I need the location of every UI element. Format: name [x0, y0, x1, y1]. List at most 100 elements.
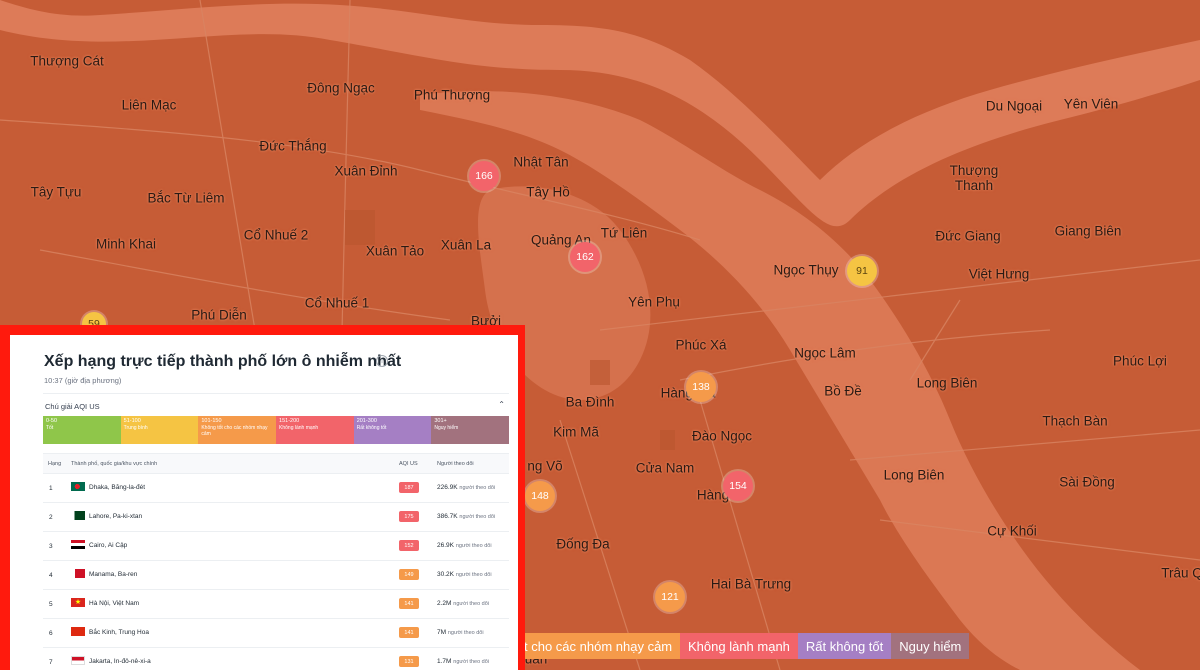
- place-co-nhue-2: Cổ Nhuế 2: [243, 227, 309, 243]
- flag-cn-icon: [71, 627, 85, 636]
- flag-bd-icon: [71, 482, 85, 491]
- place-du-ngoai: Du Ngoại: [985, 98, 1043, 114]
- row-followers-suffix: người theo dõi: [459, 485, 496, 491]
- aqi-marker-value: 91: [856, 265, 868, 277]
- place-ba-dinh: Ba Đình: [565, 394, 615, 410]
- table-row[interactable]: 5 ★ Hà Nội, Việt Nam 141 2.2M người theo dõi: [43, 590, 509, 619]
- place-phu-thuong: Phú Thượng: [413, 87, 491, 103]
- aqi-legend-segment: 301+ Nguy hiểm: [431, 416, 510, 444]
- row-aqi-badge: 187: [399, 482, 419, 493]
- place-duc-giang: Đức Giang: [935, 228, 1001, 244]
- aqi-legend-segment: 151-200 Không lành mạnh: [276, 416, 354, 444]
- row-followers: 386.7K người theo dõi: [437, 513, 495, 520]
- row-city[interactable]: Hà Nội, Việt Nam: [89, 600, 139, 607]
- col-aqi: AQI US: [399, 461, 418, 467]
- aqi-legend-range: 101-150: [201, 418, 222, 424]
- row-followers-count: 226.9K: [437, 484, 458, 491]
- table-row[interactable]: 6 Bắc Kinh, Trung Hoa 141 7M người theo dõi: [43, 619, 509, 648]
- place-bo-de: Bồ Đề: [824, 383, 862, 399]
- row-followers-suffix: người theo dõi: [453, 659, 489, 665]
- table-row[interactable]: 3 Cairo, Ai Cập 152 26.9K người theo dõi: [43, 532, 509, 561]
- map-aqi-legend: t cho các nhóm nhạy cảm Không lành mạnh …: [516, 633, 970, 659]
- row-followers-count: 386.7K: [437, 513, 458, 520]
- map-legend-very-unhealthy[interactable]: Rất không tốt: [797, 633, 892, 659]
- panel-title: Xếp hạng trực tiếp thành phố lớn ô nhiễm…: [44, 353, 402, 370]
- aqi-legend-range: 301+: [434, 418, 447, 424]
- table-row[interactable]: 2 Lahore, Pa-ki-xtan 175 386.7K người theo …: [43, 503, 509, 532]
- ranking-table: Hạng Thành phố, quốc gia/khu vực chính A…: [43, 453, 509, 670]
- aqi-marker-138[interactable]: 138: [686, 372, 716, 402]
- row-aqi-badge: 149: [399, 569, 419, 580]
- place-duc-thang: Đức Thắng: [259, 138, 327, 154]
- place-lien-mac: Liên Mạc: [121, 97, 177, 113]
- place-phuc-xa: Phúc Xá: [675, 337, 727, 353]
- place-sai-dong: Sài Đồng: [1059, 474, 1115, 490]
- place-trau-quy: Trâu Q: [1161, 565, 1200, 581]
- aqi-legend-segment: 0-50 Tốt: [43, 416, 121, 444]
- map-legend-hazardous[interactable]: Nguy hiểm: [891, 633, 970, 659]
- table-row[interactable]: 1 Dhaka, Băng-la-đét 187 226.9K người theo …: [43, 474, 509, 503]
- flag-vn-icon: ★: [71, 598, 85, 607]
- table-row[interactable]: 7 Jakarta, In-đô-nê-xi-a 131 1.7M người the…: [43, 648, 509, 670]
- aqi-marker-91[interactable]: 91: [847, 256, 877, 286]
- row-aqi-badge: 141: [399, 627, 419, 638]
- row-followers-count: 7M: [437, 629, 447, 636]
- place-xuan-tao: Xuân Tảo: [365, 243, 425, 259]
- flag-pk-icon: [71, 511, 85, 520]
- aqi-marker-154[interactable]: 154: [723, 471, 753, 501]
- row-followers-suffix: người theo dõi: [455, 572, 492, 578]
- place-cu-khoi: Cự Khối: [987, 523, 1037, 539]
- map-legend-unhealthy[interactable]: Không lành mạnh: [680, 633, 798, 659]
- aqi-marker-value: 138: [692, 381, 710, 393]
- aqi-marker-162[interactable]: 162: [570, 242, 600, 272]
- aqi-legend-range: 201-300: [356, 418, 377, 424]
- place-xuan-la: Xuân La: [440, 237, 492, 253]
- row-rank: 7: [49, 659, 53, 666]
- row-rank: 1: [49, 485, 53, 492]
- row-city[interactable]: Cairo, Ai Cập: [89, 542, 127, 549]
- aqi-marker-121[interactable]: 121: [655, 582, 685, 612]
- row-rank: 5: [49, 601, 53, 608]
- place-xuan-dinh: Xuân Đỉnh: [334, 163, 398, 179]
- place-long-bien-1: Long Biên: [916, 375, 978, 391]
- place-dong-da: Đống Đa: [556, 536, 610, 552]
- place-ngoc-lam: Ngọc Lâm: [794, 345, 856, 361]
- aqi-legend-label: Trung bình: [123, 425, 148, 431]
- aqi-marker-148[interactable]: 148: [525, 481, 555, 511]
- place-phu-dien: Phú Diễn: [191, 307, 247, 323]
- row-followers-count: 2.2M: [437, 600, 452, 607]
- map-legend-sensitive[interactable]: t cho các nhóm nhạy cảm: [516, 633, 680, 659]
- place-thuong-thanh: Thượng Thanh: [949, 163, 999, 193]
- flag-eg-icon: [71, 540, 85, 549]
- row-city[interactable]: Dhaka, Băng-la-đét: [89, 484, 145, 491]
- info-icon[interactable]: i: [376, 355, 388, 367]
- aqi-legend-segment: 201-300 Rất không tốt: [353, 416, 432, 444]
- aqi-legend-label: Tốt: [46, 425, 54, 431]
- aqi-marker-166[interactable]: 166: [469, 161, 499, 191]
- row-followers-count: 1.7M: [437, 658, 452, 665]
- aqi-marker-value: 154: [729, 480, 747, 492]
- table-row[interactable]: 4 Manama, Ba-ren 149 30.2K người theo dõi: [43, 561, 509, 590]
- place-dao-ngoc: Đào Ngọc: [691, 428, 753, 444]
- ranking-panel-highlight: Xếp hạng trực tiếp thành phố lớn ô nhiễm…: [0, 325, 525, 670]
- place-dong-ngac: Đông Ngạc: [307, 80, 375, 96]
- place-co-nhue-1: Cổ Nhuế 1: [304, 295, 370, 311]
- row-city[interactable]: Manama, Ba-ren: [89, 571, 137, 578]
- row-city[interactable]: Lahore, Pa-ki-xtan: [89, 513, 142, 520]
- place-yen-vien: Yên Viên: [1063, 96, 1119, 112]
- row-rank: 4: [49, 572, 53, 579]
- aqi-legend-segment: 101-150 Không tốt cho các nhóm nhạy cảm: [198, 416, 277, 444]
- aqi-marker-value: 162: [576, 251, 594, 263]
- chevron-up-icon[interactable]: ⌃: [498, 400, 505, 409]
- row-city[interactable]: Bắc Kinh, Trung Hoa: [89, 629, 149, 636]
- col-followers: Người theo dõi: [437, 461, 474, 467]
- flag-bh-icon: [71, 569, 85, 578]
- row-followers-suffix: người theo dõi: [453, 601, 489, 607]
- place-tu-lien: Tứ Liên: [600, 225, 648, 241]
- flag-id-icon: [71, 656, 85, 665]
- row-city[interactable]: Jakarta, In-đô-nê-xi-a: [89, 658, 151, 665]
- row-followers-suffix: người theo dõi: [447, 630, 484, 636]
- aqi-legend-label: Không tốt cho các nhóm nhạy cảm: [201, 425, 268, 437]
- row-aqi-badge: 141: [399, 598, 419, 609]
- row-aqi-badge: 175: [399, 511, 419, 522]
